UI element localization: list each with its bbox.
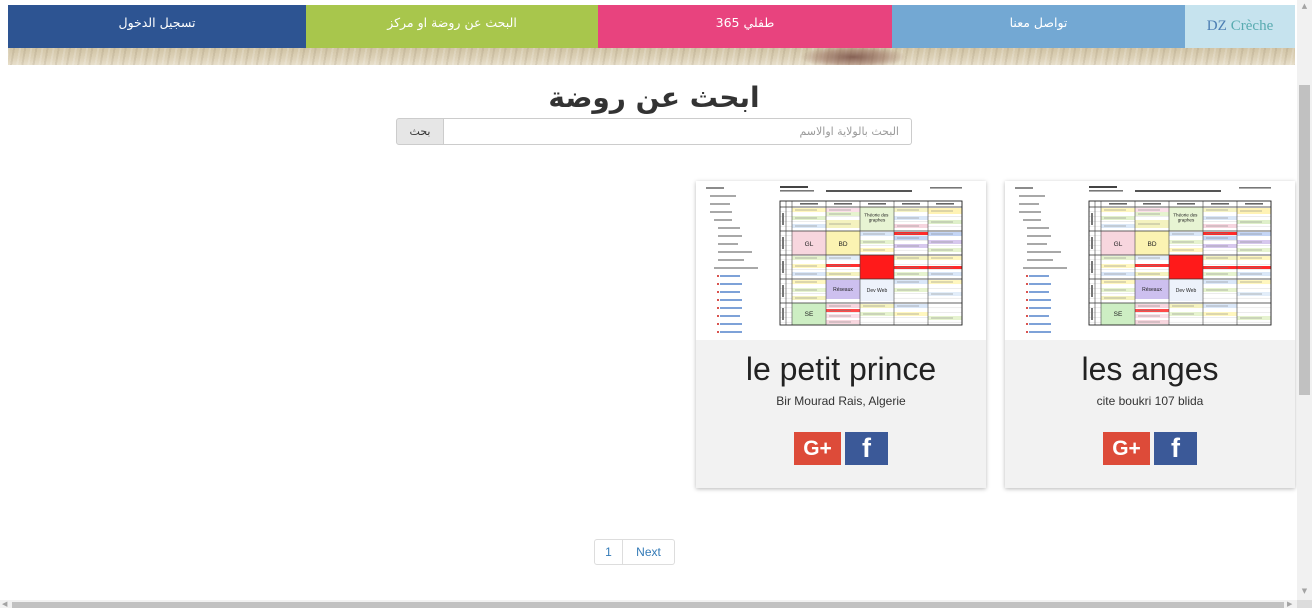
google-plus-icon[interactable]: G+ bbox=[1103, 432, 1150, 465]
card-image-label: SE bbox=[1114, 311, 1123, 318]
scroll-left-icon[interactable]: ◀ bbox=[2, 600, 7, 608]
card-image-label: BD bbox=[838, 241, 847, 248]
share-buttons: G+ f bbox=[696, 432, 986, 465]
card-image-label: GL bbox=[1114, 241, 1123, 248]
brand-name-part1: DZ bbox=[1206, 18, 1227, 34]
search-bar: بحث bbox=[396, 118, 912, 145]
vertical-scrollbar[interactable]: ▲ ▼ bbox=[1297, 0, 1312, 600]
card-image-label: Dev Web bbox=[867, 288, 888, 294]
card-image-label: SE bbox=[805, 311, 814, 318]
horizontal-scrollbar[interactable]: ◀ ▶ bbox=[0, 600, 1297, 608]
card-image[interactable]: Théorie des graphesGL BDRéseaux Dev WebSE bbox=[1005, 181, 1295, 340]
page-title: ابحث عن روضة bbox=[548, 81, 760, 114]
card-image-label: Dev Web bbox=[1176, 288, 1197, 294]
nav-tifli-365-link[interactable]: طفلي 365 bbox=[598, 5, 892, 48]
brand-name-part2: Crèche bbox=[1230, 18, 1274, 34]
card-image[interactable]: Théorie des graphesGL BDRéseaux Dev WebSE bbox=[696, 181, 986, 340]
card-title[interactable]: le petit prince bbox=[696, 351, 986, 387]
card-body: les anges cite boukri 107 blida G+ f bbox=[1005, 340, 1295, 465]
card-image-label: Réseaux bbox=[1142, 287, 1162, 293]
top-nav: تسجيل الدخول البحث عن روضة او مركز طفلي … bbox=[8, 5, 1295, 48]
banner-image bbox=[8, 48, 1295, 65]
card-image-label: BD bbox=[1147, 241, 1156, 248]
facebook-icon[interactable]: f bbox=[1154, 432, 1197, 465]
share-buttons: G+ f bbox=[1005, 432, 1295, 465]
scroll-up-icon[interactable]: ▲ bbox=[1297, 1, 1312, 11]
scroll-down-icon[interactable]: ▼ bbox=[1297, 586, 1312, 596]
card-image-label: GL bbox=[805, 241, 814, 248]
card-title[interactable]: les anges bbox=[1005, 351, 1295, 387]
results-list: Théorie des graphes GL BD Réseaux Dev Web SE … bbox=[696, 181, 1295, 488]
horizontal-scrollbar-thumb[interactable] bbox=[12, 602, 1284, 608]
search-button[interactable]: بحث bbox=[396, 118, 444, 145]
google-plus-icon[interactable]: G+ bbox=[794, 432, 841, 465]
pagination: 1 Next bbox=[594, 539, 675, 565]
scrollbar-corner bbox=[1297, 600, 1312, 608]
vertical-scrollbar-thumb[interactable] bbox=[1299, 85, 1310, 395]
search-input[interactable] bbox=[444, 118, 912, 145]
nav-contact-link[interactable]: تواصل معنا bbox=[892, 5, 1185, 48]
next-page-link[interactable]: Next bbox=[623, 539, 675, 565]
creche-card[interactable]: Théorie des graphes GL BD Réseaux Dev Web SE … bbox=[1005, 181, 1295, 488]
scroll-right-icon[interactable]: ▶ bbox=[1287, 600, 1292, 608]
card-address: Bir Mourad Rais, Algerie bbox=[776, 394, 906, 408]
page-1-link[interactable]: 1 bbox=[594, 539, 623, 565]
nav-login-link[interactable]: تسجيل الدخول bbox=[8, 5, 306, 48]
card-address: cite boukri 107 blida bbox=[1096, 394, 1204, 408]
card-image-label: Réseaux bbox=[833, 287, 853, 293]
card-body: le petit prince Bir Mourad Rais, Algerie… bbox=[696, 340, 986, 465]
nav-search-creche-link[interactable]: البحث عن روضة او مركز bbox=[306, 5, 598, 48]
facebook-icon[interactable]: f bbox=[845, 432, 888, 465]
brand-logo[interactable]: DZ Crèche bbox=[1185, 5, 1295, 48]
page: تسجيل الدخول البحث عن روضة او مركز طفلي … bbox=[0, 0, 1312, 608]
creche-card[interactable]: Théorie des graphes GL BD Réseaux Dev Web SE … bbox=[696, 181, 986, 488]
